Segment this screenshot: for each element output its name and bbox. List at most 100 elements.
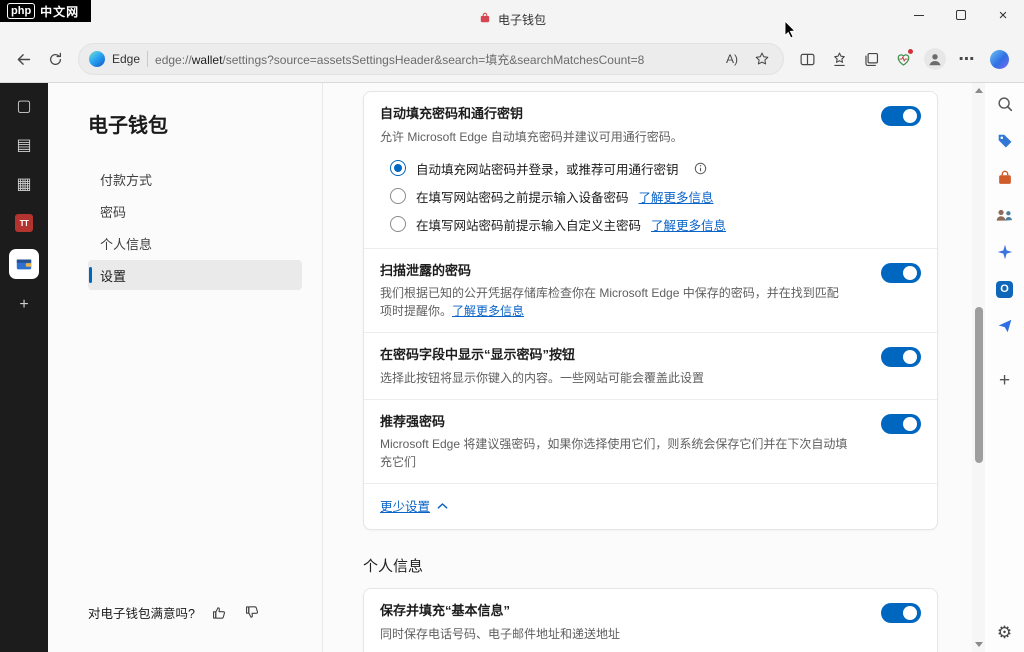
add-sidebar-icon[interactable]: + [994, 370, 1016, 392]
setting-desc: 允许 Microsoft Edge 自动填充密码并建议可用通行密码。 [380, 128, 683, 146]
radio-row-device-password: 在填写网站密码之前提示输入设备密码 了解更多信息 [390, 187, 921, 206]
browser-toolbar: Edge edge://wallet/settings?source=asset… [0, 36, 1024, 83]
radio-custom-primary-password[interactable] [390, 216, 406, 232]
maximize-button[interactable] [940, 0, 982, 30]
radio-row-autofill-signin: 自动填充网站密码并登录，或推荐可用通行密钥 [390, 159, 921, 178]
wallet-favicon-icon [478, 11, 492, 28]
gear-glyph: ⚙ [997, 623, 1012, 643]
setting-desc: Microsoft Edge 将建议强密码，如果你选择使用它们，则系统会保存它们… [380, 435, 850, 471]
back-button[interactable] [8, 44, 38, 74]
thumbs-up-icon[interactable] [211, 604, 228, 621]
edge-sidebar-rail: O + ⚙ [985, 83, 1024, 652]
outlook-icon[interactable]: O [994, 278, 1016, 300]
reveal-password-toggle[interactable] [881, 347, 921, 367]
feedback-question: 对电子钱包满意吗? [88, 603, 195, 622]
fewer-settings-link[interactable]: 更少设置 [380, 496, 430, 515]
card-icon[interactable]: ▤ [11, 132, 37, 158]
scrollbar-thumb[interactable] [975, 307, 983, 463]
scroll-down-arrow[interactable] [975, 642, 983, 647]
setting-row-leaked-passwords: 扫描泄露的密码 我们根据已知的公开凭据存储库检查你在 Microsoft Edg… [364, 248, 937, 333]
address-bar[interactable]: Edge edge://wallet/settings?source=asset… [78, 43, 784, 75]
radio-label: 在填写网站密码之前提示输入设备密码 [416, 187, 629, 206]
add-icon[interactable]: + [11, 292, 37, 318]
learn-more-link[interactable]: 了解更多信息 [639, 187, 714, 206]
browser-essentials-button[interactable] [888, 44, 918, 74]
sidebar-item-passwords[interactable]: 密码 [88, 196, 302, 226]
read-aloud-button[interactable]: A) [717, 44, 747, 74]
favorites-button[interactable] [824, 44, 854, 74]
personal-info-card: 保存并填充“基本信息” 同时保存电话号码、电子邮件地址和递送地址 在注册表单上自… [363, 588, 938, 652]
learn-more-link[interactable]: 了解更多信息 [651, 215, 726, 234]
refresh-button[interactable] [40, 44, 70, 74]
fewer-settings-row: 更少设置 [364, 483, 937, 529]
tt-glyph: TT [15, 214, 33, 232]
content-scrollbar[interactable] [972, 83, 985, 652]
split-screen-button[interactable] [792, 44, 822, 74]
profile-avatar-button[interactable] [920, 44, 950, 74]
tt-badge-icon[interactable]: TT [11, 210, 37, 236]
php-site-logo[interactable]: php 中文网 [0, 0, 91, 22]
row-text: 扫描泄露的密码 我们根据已知的公开凭据存储库检查你在 Microsoft Edg… [380, 262, 850, 321]
kite-icon[interactable] [994, 315, 1016, 337]
collections-button[interactable] [856, 44, 886, 74]
more-menu-icon: ⋯ [959, 49, 976, 69]
sidebar-item-payment-methods[interactable]: 付款方式 [88, 164, 302, 194]
nav-items: 付款方式 密码 个人信息 设置 [88, 164, 322, 290]
shopping-tag-icon[interactable] [994, 130, 1016, 152]
radio-label: 自动填充网站密码并登录，或推荐可用通行密钥 [416, 159, 679, 178]
apps-grid-icon[interactable]: ▦ [11, 171, 37, 197]
strong-passwords-toggle[interactable] [881, 414, 921, 434]
designer-sparkle-icon[interactable] [994, 241, 1016, 263]
sidebar-item-settings[interactable]: 设置 [88, 260, 302, 290]
active-tab[interactable]: 电子钱包 [478, 11, 546, 28]
titlebar: php 中文网 电子钱包 × [0, 0, 1024, 36]
search-icon[interactable] [994, 93, 1016, 115]
setting-title: 扫描泄露的密码 [380, 262, 850, 280]
url-host: wallet [192, 53, 223, 67]
minimize-button[interactable] [898, 0, 940, 30]
browser-window: php 中文网 电子钱包 × Edge edge:// [0, 0, 1024, 652]
php-logo-box: php [7, 3, 35, 19]
row-text: 自动填充密码和通行密钥 允许 Microsoft Edge 自动填充密码并建议可… [380, 105, 683, 146]
radio-device-password[interactable] [390, 188, 406, 204]
desc-text: 我们根据已知的公开凭据存储库检查你在 Microsoft Edge 中保存的密码… [380, 286, 839, 318]
copilot-sidebar-button[interactable] [984, 44, 1014, 74]
setting-desc: 我们根据已知的公开凭据存储库检查你在 Microsoft Edge 中保存的密码… [380, 284, 850, 320]
tab-square-icon[interactable]: ▢ [11, 93, 37, 119]
wallet-icon[interactable] [9, 249, 39, 279]
outlook-glyph: O [996, 281, 1013, 298]
more-menu-button[interactable]: ⋯ [952, 44, 982, 74]
favorite-star-button[interactable] [747, 44, 777, 74]
row-text: 推荐强密码 Microsoft Edge 将建议强密码，如果你选择使用它们，则系… [380, 413, 850, 472]
setting-desc: 同时保存电话号码、电子邮件地址和递送地址 [380, 625, 620, 643]
scroll-up-arrow[interactable] [975, 88, 983, 93]
chevron-up-icon[interactable] [437, 502, 448, 510]
thumbs-down-icon[interactable] [244, 604, 261, 621]
card-glyph: ▤ [16, 135, 31, 155]
games-people-icon[interactable] [994, 204, 1016, 226]
minimize-icon [914, 15, 924, 16]
url-text: edge://wallet/settings?source=assetsSett… [155, 51, 710, 68]
setting-title: 保存并填充“基本信息” [380, 602, 620, 620]
info-icon[interactable] [694, 162, 707, 175]
url-path: /settings?source=assetsSettingsHeader&se… [222, 53, 644, 67]
sidebar-item-personal-info[interactable]: 个人信息 [88, 228, 302, 258]
wallet-sidebar: 电子钱包 付款方式 密码 个人信息 设置 对电子钱包满意吗? [48, 83, 323, 652]
settings-gear-icon[interactable]: ⚙ [994, 622, 1016, 644]
sidebar-item-label: 个人信息 [100, 234, 152, 253]
left-app-rail: ▢ ▤ ▦ TT + [0, 83, 48, 652]
basic-info-toggle[interactable] [881, 603, 921, 623]
setting-desc: 选择此按钮将显示你键入的内容。一些网站可能会覆盖此设置 [380, 369, 704, 387]
learn-more-link[interactable]: 了解更多信息 [452, 304, 524, 318]
close-button[interactable]: × [982, 0, 1024, 30]
address-divider [147, 51, 148, 67]
sidebar-item-label: 付款方式 [100, 170, 152, 189]
notification-dot [907, 48, 914, 55]
radio-autofill-signin[interactable] [390, 160, 406, 176]
shopping-bag-icon[interactable] [994, 167, 1016, 189]
row-text: 在密码字段中显示“显示密码”按钮 选择此按钮将显示你键入的内容。一些网站可能会覆… [380, 346, 704, 387]
radio-label: 在填写网站密码前提示输入自定义主密码 [416, 215, 641, 234]
page-title: 电子钱包 [88, 109, 322, 138]
autofill-passwords-toggle[interactable] [881, 106, 921, 126]
leaked-passwords-toggle[interactable] [881, 263, 921, 283]
